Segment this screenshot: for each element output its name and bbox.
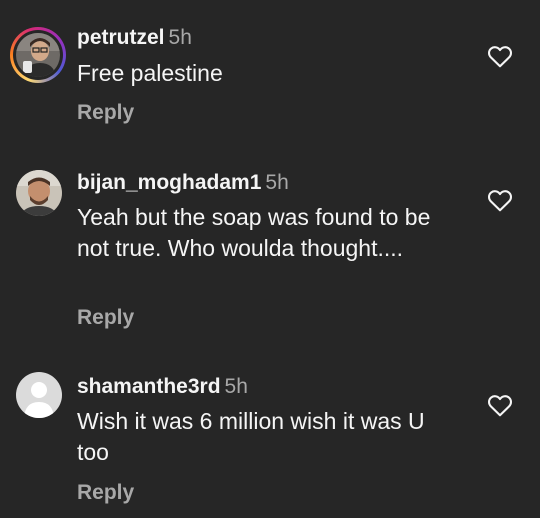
user-photo-icon bbox=[16, 33, 60, 77]
timestamp: 5h bbox=[265, 171, 289, 194]
avatar[interactable] bbox=[10, 164, 66, 220]
avatar[interactable] bbox=[10, 366, 66, 422]
heart-icon[interactable] bbox=[487, 188, 513, 212]
comment-header: shamanthe3rd 5h bbox=[77, 374, 248, 400]
default-avatar-icon bbox=[16, 372, 62, 418]
comment-header: bijan_moghadam1 5h bbox=[77, 170, 289, 196]
timestamp: 5h bbox=[168, 26, 192, 49]
comment-text: Wish it was 6 million wish it was U too bbox=[77, 408, 425, 465]
username[interactable]: shamanthe3rd bbox=[77, 375, 221, 398]
username[interactable]: petrutzel bbox=[77, 26, 165, 49]
heart-icon[interactable] bbox=[487, 393, 513, 417]
heart-icon[interactable] bbox=[487, 44, 513, 68]
username[interactable]: bijan_moghadam1 bbox=[77, 171, 261, 194]
comment-text: Free palestine bbox=[77, 60, 223, 86]
user-photo-icon bbox=[16, 170, 62, 216]
avatar[interactable] bbox=[10, 27, 66, 83]
comment-header: petrutzel 5h bbox=[77, 25, 192, 51]
reply-button[interactable]: Reply bbox=[77, 480, 134, 506]
timestamp: 5h bbox=[224, 375, 248, 398]
comment-text: Yeah but the soap was found to be not tr… bbox=[77, 204, 431, 261]
reply-button[interactable]: Reply bbox=[77, 305, 134, 331]
reply-button[interactable]: Reply bbox=[77, 100, 134, 126]
